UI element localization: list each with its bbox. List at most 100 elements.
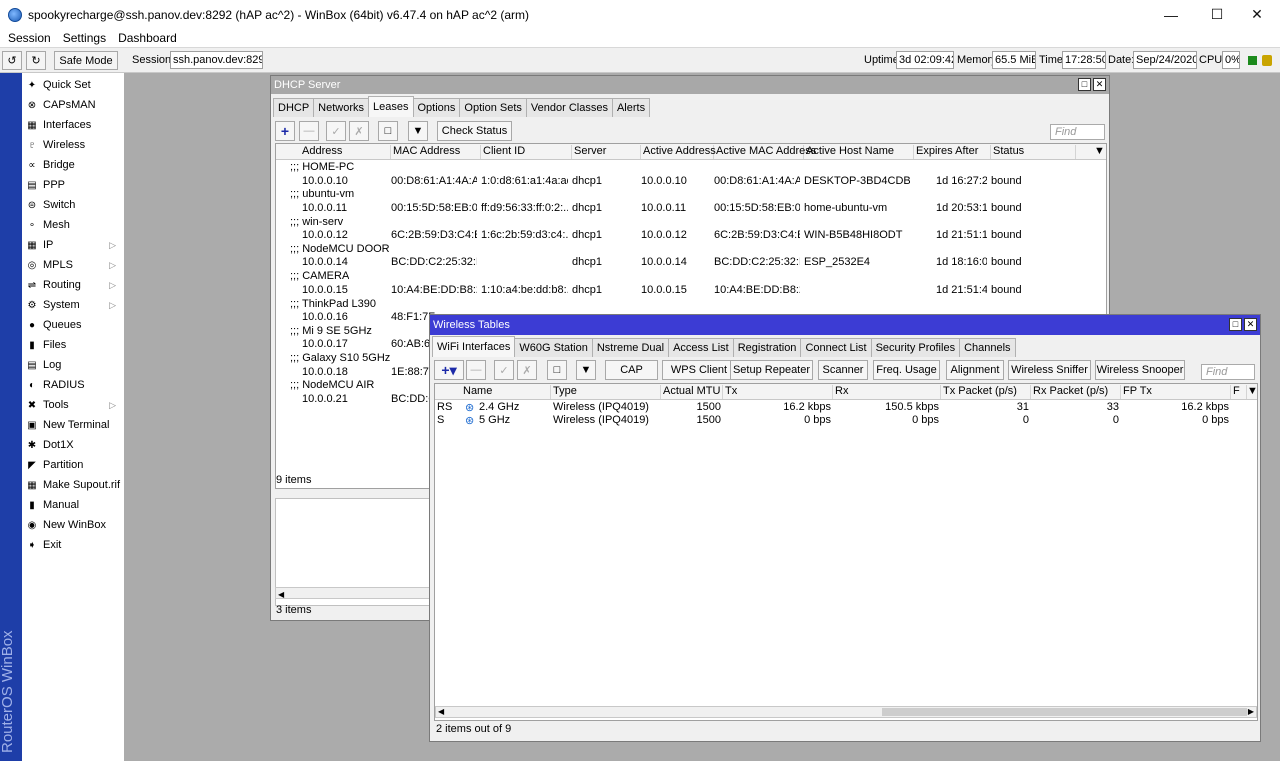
wireless-find-input[interactable]: Find xyxy=(1201,364,1255,380)
column-header[interactable]: Actual MTU xyxy=(661,385,723,399)
dhcp-tab-leases[interactable]: Leases xyxy=(368,96,414,117)
dhcp-close-icon[interactable]: ✕ xyxy=(1093,78,1106,91)
filter-icon[interactable]: ▼ xyxy=(408,121,428,141)
column-header[interactable]: MAC Address xyxy=(391,145,481,159)
sidebar-item-log[interactable]: ▤ Log xyxy=(22,355,124,375)
dhcp-tab-vendor-classes[interactable]: Vendor Classes xyxy=(525,98,613,117)
lease-comment-row[interactable]: ;;; HOME-PC xyxy=(276,161,1106,174)
wl-remove-icon[interactable]: — xyxy=(466,360,486,380)
column-header[interactable]: Status xyxy=(991,145,1076,159)
remove-icon[interactable]: — xyxy=(299,121,319,141)
scanner-button[interactable]: Scanner xyxy=(818,360,868,380)
sidebar-item-files[interactable]: ▮ Files xyxy=(22,335,124,355)
wl-scroll-right-icon[interactable]: ▶ xyxy=(1248,707,1254,716)
sidebar-item-manual[interactable]: ▮ Manual xyxy=(22,495,124,515)
sidebar-item-queues[interactable]: ● Queues xyxy=(22,315,124,335)
sidebar-item-ppp[interactable]: ▤ PPP xyxy=(22,175,124,195)
table-row[interactable]: 10.0.0.12 6C:2B:59:D3:C4:E5 1:6c:2b:59:d3:… xyxy=(276,229,1106,242)
column-header[interactable]: Client ID xyxy=(481,145,572,159)
wireless-tab-nstreme-dual[interactable]: Nstreme Dual xyxy=(591,338,670,357)
wps-client-button[interactable]: WPS Client xyxy=(662,360,736,380)
lease-comment-row[interactable]: ;;; ThinkPad L390 xyxy=(276,298,1106,311)
column-header[interactable]: FP Tx xyxy=(1121,385,1231,399)
column-header[interactable]: Active MAC Address xyxy=(714,145,816,159)
lease-comment-row[interactable]: ;;; ubuntu-vm xyxy=(276,188,1106,201)
sidebar-item-mesh[interactable]: ∘ Mesh xyxy=(22,215,124,235)
wireless-tab-wifi-interfaces[interactable]: WiFi Interfaces xyxy=(432,336,516,357)
wl-disable-icon[interactable]: ✗ xyxy=(517,360,537,380)
check-status-button[interactable]: Check Status xyxy=(437,121,512,141)
wl-enable-icon[interactable]: ✓ xyxy=(494,360,514,380)
table-row[interactable]: S ⊛ 5 GHz Wireless (IPQ4019) 1500 0 bps 0 bps 0… xyxy=(435,414,1257,427)
menu-session[interactable]: Session xyxy=(8,31,51,45)
add-icon[interactable]: + xyxy=(275,121,295,141)
safe-mode-button[interactable]: Safe Mode xyxy=(54,51,118,70)
sidebar-item-capsman[interactable]: ⊗ CAPsMAN xyxy=(22,95,124,115)
wireless-tab-security-profiles[interactable]: Security Profiles xyxy=(870,338,961,357)
wireless-maximize-icon[interactable]: □ xyxy=(1229,318,1242,331)
wireless-tab-registration[interactable]: Registration xyxy=(732,338,802,357)
column-header[interactable]: Active Host Name xyxy=(804,145,914,159)
column-header[interactable]: Address xyxy=(300,145,391,159)
columns-dropdown-icon[interactable]: ▼ xyxy=(1245,385,1257,399)
wl-scroll-thumb[interactable] xyxy=(882,708,1247,716)
table-row[interactable]: 10.0.0.11 00:15:5D:58:EB:00 ff:d9:56:33:ff… xyxy=(276,202,1106,215)
wireless-sniffer-button[interactable]: Wireless Sniffer xyxy=(1008,360,1091,380)
lease-comment-row[interactable]: ;;; win-serv xyxy=(276,216,1106,229)
wireless-hscrollbar[interactable]: ◀ ▶ xyxy=(435,706,1257,718)
sidebar-item-interfaces[interactable]: ▦ Interfaces xyxy=(22,115,124,135)
column-header[interactable]: Rx xyxy=(833,385,941,399)
wl-filter-icon[interactable]: ▼ xyxy=(576,360,596,380)
table-row[interactable]: RS ⊛ 2.4 GHz Wireless (IPQ4019) 1500 16.2 kbp… xyxy=(435,401,1257,414)
wireless-close-icon[interactable]: ✕ xyxy=(1244,318,1257,331)
setup-repeater-button[interactable]: Setup Repeater xyxy=(730,360,813,380)
sidebar-item-switch[interactable]: ⊜ Switch xyxy=(22,195,124,215)
sidebar-item-routing[interactable]: ⇌ Routing ▷ xyxy=(22,275,124,295)
column-header[interactable]: Server xyxy=(572,145,641,159)
close-button[interactable]: ✕ xyxy=(1234,0,1280,29)
dhcp-tab-dhcp[interactable]: DHCP xyxy=(273,98,315,117)
column-header[interactable]: Expires After xyxy=(914,145,991,159)
sidebar-item-exit[interactable]: ➧ Exit xyxy=(22,535,124,555)
sidebar-item-bridge[interactable]: ∝ Bridge xyxy=(22,155,124,175)
column-header[interactable]: Name xyxy=(461,385,551,399)
dhcp-tab-alerts[interactable]: Alerts xyxy=(611,98,651,117)
cap-button[interactable]: CAP xyxy=(605,360,658,380)
sidebar-item-quick-set[interactable]: ✦ Quick Set xyxy=(22,75,124,95)
disable-icon[interactable]: ✗ xyxy=(349,121,369,141)
sidebar-item-wireless[interactable]: ♇ Wireless xyxy=(22,135,124,155)
sidebar-item-make-supout-rif[interactable]: ▦ Make Supout.rif xyxy=(22,475,124,495)
dhcp-tab-networks[interactable]: Networks xyxy=(313,98,370,117)
column-header[interactable]: Type xyxy=(551,385,661,399)
undo-button[interactable]: ↺ xyxy=(2,51,22,70)
wl-comment-icon[interactable]: □ xyxy=(547,360,567,380)
column-header[interactable]: Tx xyxy=(723,385,833,399)
table-row[interactable]: 10.0.0.10 00:D8:61:A1:4A:AD 1:0:d8:61:a1:4… xyxy=(276,175,1106,188)
wl-scroll-left-icon[interactable]: ◀ xyxy=(438,707,444,716)
minimize-button[interactable]: — xyxy=(1148,0,1194,29)
lease-comment-row[interactable]: ;;; NodeMCU DOOR xyxy=(276,243,1106,256)
sidebar-item-new-terminal[interactable]: ▣ New Terminal xyxy=(22,415,124,435)
dhcp-find-input[interactable]: Find xyxy=(1050,124,1105,140)
alignment-button[interactable]: Alignment xyxy=(946,360,1004,380)
sidebar-item-ip[interactable]: ▦ IP ▷ xyxy=(22,235,124,255)
sidebar-item-system[interactable]: ⚙ System ▷ xyxy=(22,295,124,315)
menu-settings[interactable]: Settings xyxy=(63,31,106,45)
menu-dashboard[interactable]: Dashboard xyxy=(118,31,177,45)
comment-icon[interactable]: □ xyxy=(378,121,398,141)
wireless-snooper-button[interactable]: Wireless Snooper xyxy=(1095,360,1185,380)
dhcp-tab-options[interactable]: Options xyxy=(412,98,461,117)
column-header[interactable]: Tx Packet (p/s) xyxy=(941,385,1031,399)
scroll-left-icon[interactable]: ◀ xyxy=(276,590,284,599)
wireless-tab-w60g-station[interactable]: W60G Station xyxy=(514,338,593,357)
freq-usage-button[interactable]: Freq. Usage xyxy=(873,360,940,380)
sidebar-item-mpls[interactable]: ◎ MPLS ▷ xyxy=(22,255,124,275)
sidebar-item-tools[interactable]: ✖ Tools ▷ xyxy=(22,395,124,415)
table-row[interactable]: 10.0.0.15 10:A4:BE:DD:B8:24 1:10:a4:be:dd:… xyxy=(276,284,1106,297)
dhcp-tab-option-sets[interactable]: Option Sets xyxy=(459,98,527,117)
enable-icon[interactable]: ✓ xyxy=(326,121,346,141)
sidebar-item-dot1x[interactable]: ✱ Dot1X xyxy=(22,435,124,455)
wireless-tab-channels[interactable]: Channels xyxy=(959,338,1016,357)
lease-comment-row[interactable]: ;;; CAMERA xyxy=(276,270,1106,283)
columns-dropdown-icon[interactable]: ▼ xyxy=(1092,145,1105,159)
